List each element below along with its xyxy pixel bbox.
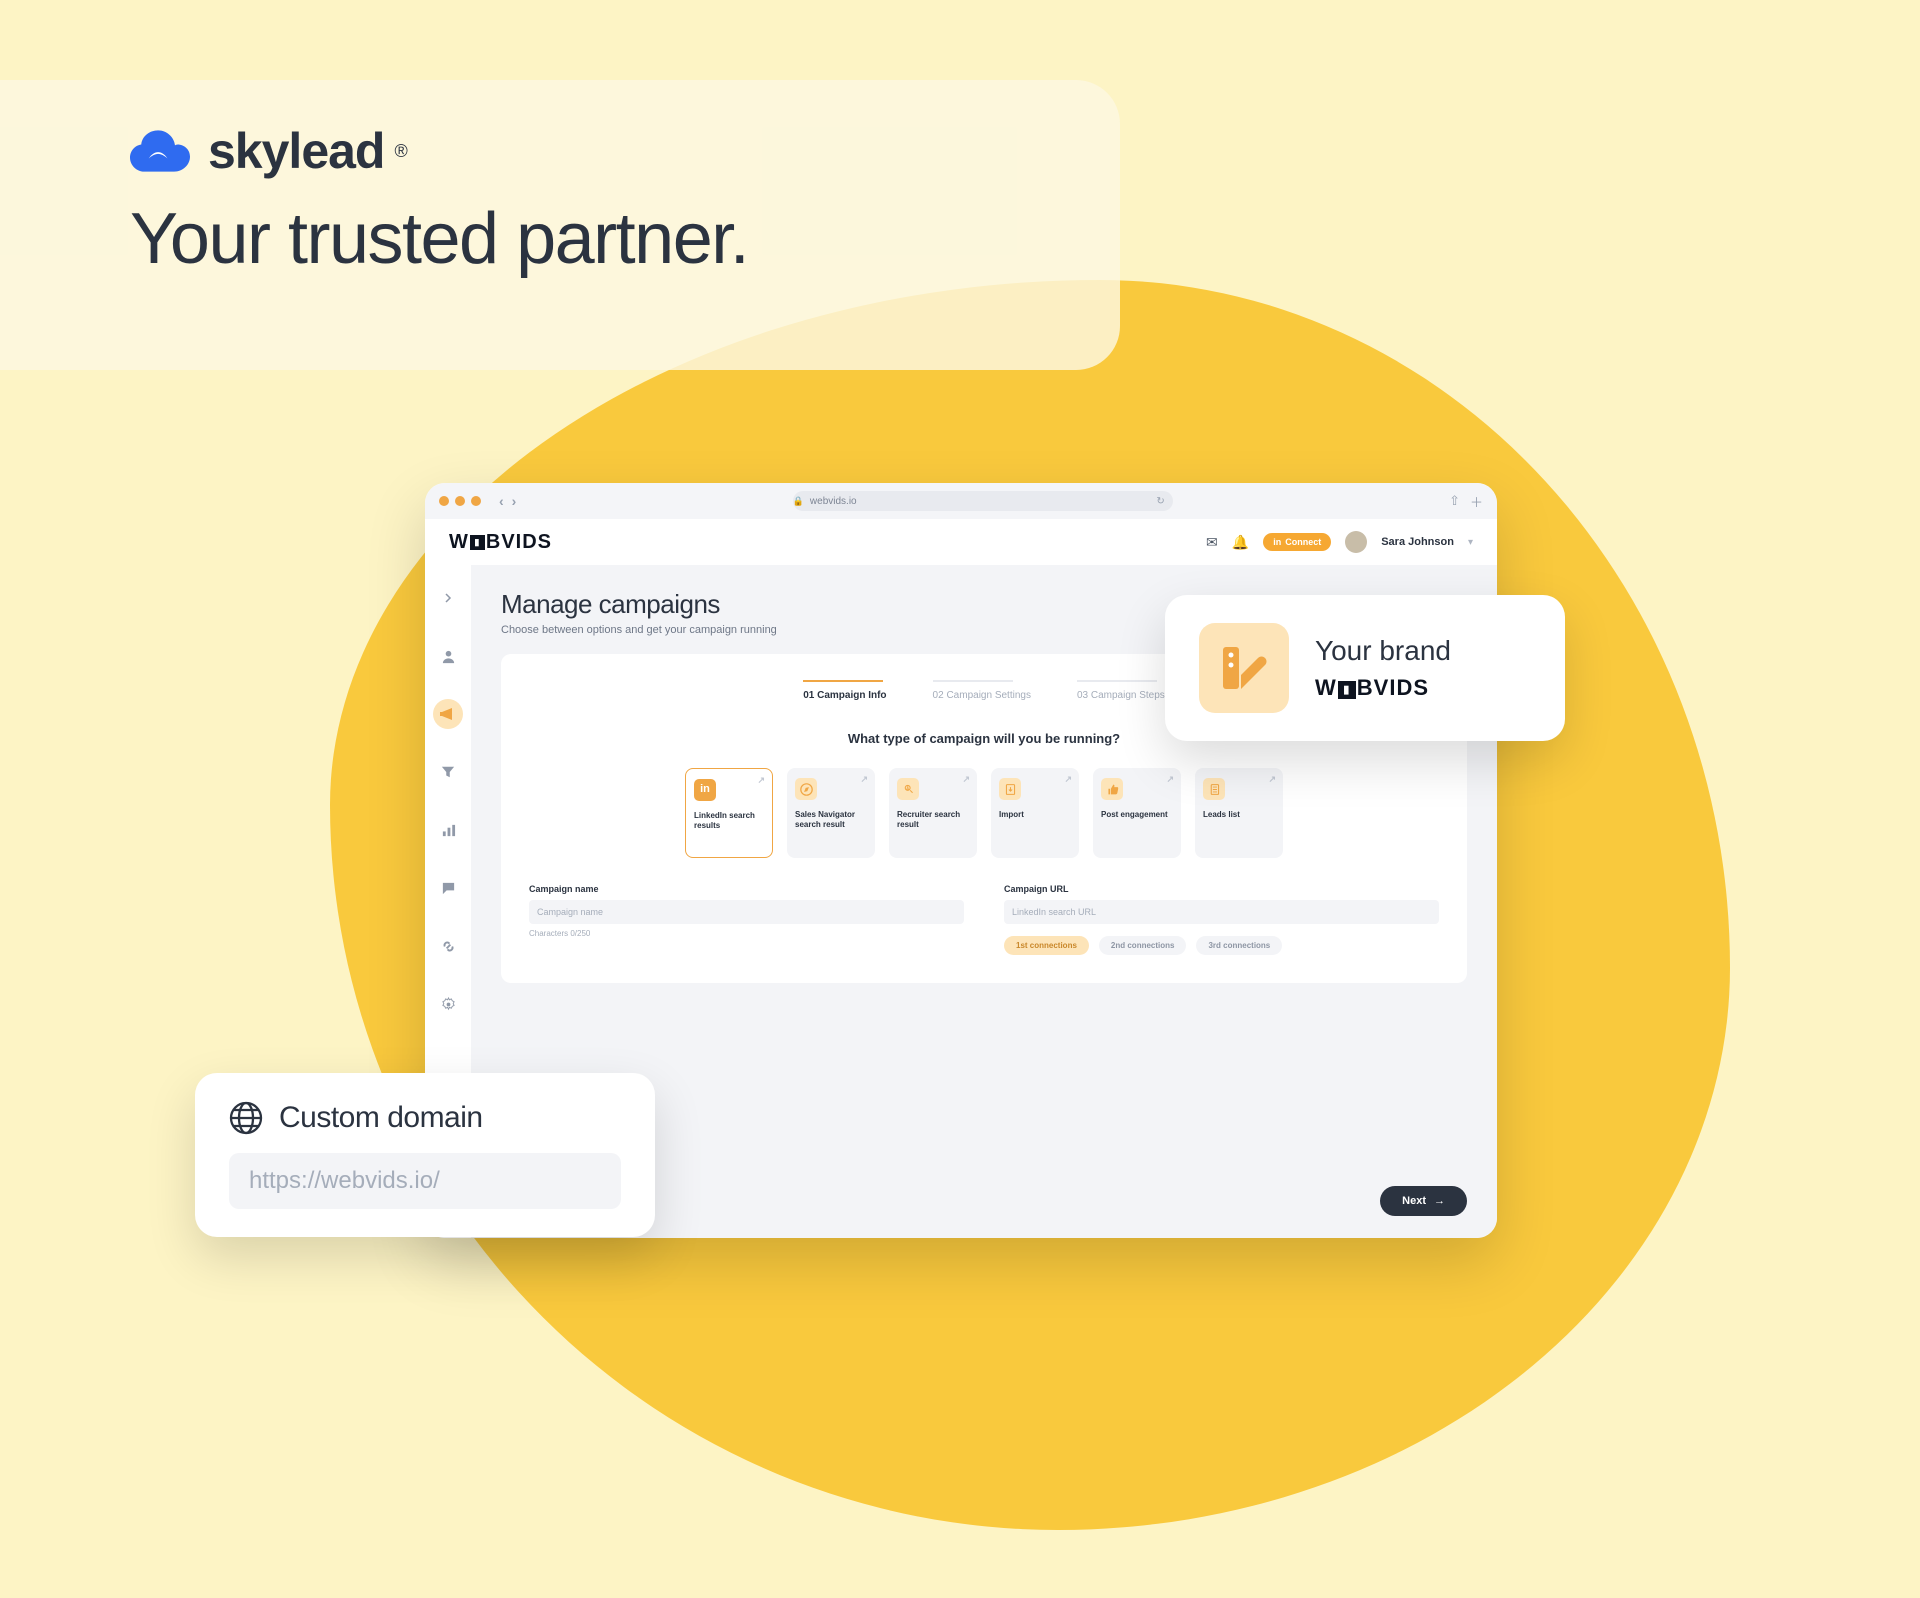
pill-1st-connections[interactable]: 1st connections	[1004, 936, 1089, 955]
connection-filters: 1st connections 2nd connections 3rd conn…	[1004, 936, 1439, 955]
pill-2nd-connections[interactable]: 2nd connections	[1099, 936, 1187, 955]
sidebar-item-stats[interactable]	[433, 815, 463, 845]
back-button[interactable]: ‹	[499, 493, 504, 509]
avatar[interactable]	[1345, 531, 1367, 553]
refresh-icon[interactable]: ↻	[1156, 496, 1164, 507]
type-sales-navigator[interactable]: ↗ Sales Navigator search result	[787, 768, 875, 858]
linkedin-mini-icon: in	[1273, 537, 1281, 547]
hero-tagline: Your trusted partner.	[130, 198, 1120, 280]
browser-titlebar: ‹ › 🔒 webvids.io ↻ ⇧ ＋	[425, 483, 1497, 519]
address-bar[interactable]: 🔒 webvids.io ↻	[793, 491, 1173, 511]
type-leads-list[interactable]: ↗ Leads list	[1195, 768, 1283, 858]
campaign-name-input[interactable]: Campaign name	[529, 900, 964, 924]
share-icon[interactable]: ⇧	[1449, 493, 1460, 509]
campaign-type-grid: ↗ in LinkedIn search results ↗ Sales Nav…	[529, 768, 1439, 858]
registered-mark: ®	[394, 141, 407, 162]
external-link-icon: ↗	[962, 774, 970, 785]
step-campaign-settings[interactable]: 02 Campaign Settings	[933, 680, 1031, 701]
app-topbar: W▮BVIDS ✉ 🔔 in Connect Sara Johnson ▾	[425, 519, 1497, 565]
skylead-logo: skylead ®	[130, 122, 1120, 180]
linkedin-icon: in	[694, 779, 716, 801]
window-controls[interactable]	[439, 496, 481, 506]
campaign-name-label: Campaign name	[529, 884, 964, 894]
external-link-icon: ↗	[757, 775, 765, 786]
username: Sara Johnson	[1381, 536, 1454, 548]
url-text: webvids.io	[810, 496, 857, 507]
mail-icon[interactable]: ✉	[1206, 534, 1218, 551]
skylead-wordmark: skylead	[208, 122, 384, 180]
your-brand-title: Your brand	[1315, 635, 1451, 667]
sidebar-item-filter[interactable]	[433, 757, 463, 787]
step-campaign-steps[interactable]: 03 Campaign Steps	[1077, 680, 1165, 701]
pill-3rd-connections[interactable]: 3rd connections	[1196, 936, 1282, 955]
arrow-right-icon: →	[1434, 1195, 1445, 1207]
custom-domain-title: Custom domain	[279, 1101, 483, 1135]
external-link-icon: ↗	[1166, 774, 1174, 785]
type-linkedin-search[interactable]: ↗ in LinkedIn search results	[685, 768, 773, 858]
type-recruiter[interactable]: ↗ Recruiter search result	[889, 768, 977, 858]
external-link-icon: ↗	[860, 774, 868, 785]
char-count: Characters 0/250	[529, 929, 964, 938]
campaign-url-label: Campaign URL	[1004, 884, 1439, 894]
custom-domain-field[interactable]: https://webvids.io/	[229, 1153, 621, 1209]
brand-swatch-icon	[1199, 623, 1289, 713]
new-tab-icon[interactable]: ＋	[1470, 492, 1483, 511]
external-link-icon: ↗	[1064, 774, 1072, 785]
lock-icon: 🔒	[793, 496, 804, 507]
external-link-icon: ↗	[1268, 774, 1276, 785]
user-search-icon	[897, 778, 919, 800]
your-brand-callout: Your brand W▮BVIDS	[1165, 595, 1565, 741]
hero-panel: skylead ® Your trusted partner.	[0, 80, 1120, 370]
next-button[interactable]: Next →	[1380, 1186, 1467, 1216]
sidebar-item-settings[interactable]	[433, 989, 463, 1019]
sidebar-item-link[interactable]	[433, 931, 463, 961]
import-icon	[999, 778, 1021, 800]
sidebar-item-expand[interactable]	[433, 583, 463, 613]
sidebar-item-chat[interactable]	[433, 873, 463, 903]
cloud-icon	[130, 130, 190, 172]
type-post-engagement[interactable]: ↗ Post engagement	[1093, 768, 1181, 858]
sidebar-item-user[interactable]	[433, 641, 463, 671]
thumbs-up-icon	[1101, 778, 1123, 800]
campaign-url-input[interactable]: LinkedIn search URL	[1004, 900, 1439, 924]
bell-icon[interactable]: 🔔	[1232, 534, 1249, 551]
step-campaign-info[interactable]: 01 Campaign Info	[803, 680, 886, 701]
globe-icon	[229, 1101, 263, 1135]
list-icon	[1203, 778, 1225, 800]
connect-button[interactable]: in Connect	[1263, 533, 1331, 551]
sidebar-item-campaigns[interactable]	[433, 699, 463, 729]
custom-domain-callout: Custom domain https://webvids.io/	[195, 1073, 655, 1237]
user-chevron-icon[interactable]: ▾	[1468, 537, 1473, 548]
compass-icon	[795, 778, 817, 800]
your-brand-value: W▮BVIDS	[1315, 675, 1451, 701]
type-import[interactable]: ↗ Import	[991, 768, 1079, 858]
forward-button[interactable]: ›	[512, 493, 517, 509]
app-brand: W▮BVIDS	[449, 531, 552, 554]
